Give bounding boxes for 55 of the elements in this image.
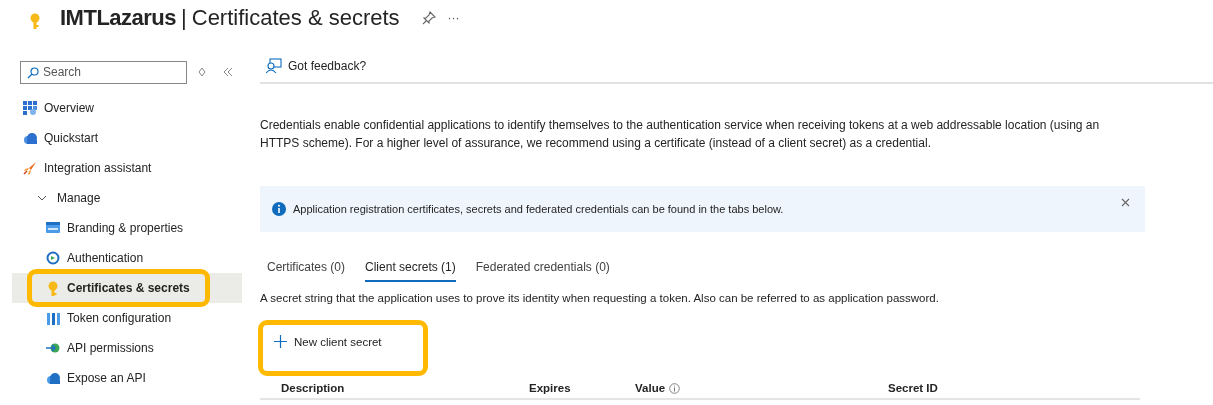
cloud-icon (46, 370, 60, 386)
feedback-icon (266, 58, 282, 74)
nav-item[interactable]: API permissions (12, 333, 242, 363)
nav-label: Certificates & secrets (67, 281, 190, 295)
nav-label: Integration assistant (44, 161, 152, 175)
info-icon (669, 382, 681, 394)
nav-label: Branding & properties (67, 221, 184, 235)
more-button[interactable]: ··· (447, 11, 460, 25)
grid-icon (23, 100, 37, 116)
title-separator: | (181, 5, 187, 31)
collapse-icon[interactable] (223, 67, 233, 77)
nav-item[interactable]: Certificates & secrets (12, 273, 242, 303)
nav-label: Authentication (67, 251, 144, 265)
intro-text: Credentials enable confidential applications to identify themselves to the authentication service when receiving tokens at a web addressable location (using an HTTPS scheme). For a higher level of assurance, we recommend using a certificate (instead of a client secret) as a credential. (260, 117, 1101, 152)
key-icon (46, 280, 60, 296)
nav-label: Manage (57, 191, 101, 205)
cloud-icon (23, 130, 37, 146)
nav-item[interactable]: Integration assistant (12, 153, 242, 183)
column-header[interactable]: Secret ID (888, 376, 938, 398)
nav-label: Token configuration (67, 311, 172, 325)
bars-icon (46, 310, 60, 326)
page-title: Certificates & secrets (191, 5, 400, 31)
info-icon (272, 202, 286, 216)
nav-label: Overview (44, 101, 94, 115)
nav-label: API permissions (67, 341, 154, 355)
ring-icon (46, 250, 60, 266)
tab-description: A secret string that the application uses to prove its identity when requesting a token. Also can be referred to as application password. (260, 292, 940, 304)
nav-item[interactable]: Branding & properties (12, 213, 242, 243)
nav-item[interactable]: Quickstart (12, 123, 242, 153)
nav-label: Quickstart (44, 131, 98, 145)
pin-icon[interactable] (421, 11, 436, 25)
key-icon (28, 12, 42, 30)
plus-icon (274, 335, 287, 348)
column-header[interactable]: Expires (529, 376, 635, 398)
close-icon[interactable] (1121, 197, 1130, 207)
search-icon (27, 66, 39, 79)
chevron-icon (37, 195, 47, 201)
nav-item[interactable]: Overview (12, 93, 242, 123)
sort-icon[interactable] (198, 67, 206, 77)
nav-item[interactable]: Token configuration (12, 303, 242, 333)
column-header[interactable]: Value (635, 376, 888, 398)
column-header[interactable]: Description (260, 376, 529, 398)
app-name: IMTLazarus (60, 5, 177, 31)
nav-label: Expose an API (67, 371, 146, 385)
search-field[interactable]: Search (20, 60, 187, 84)
tab[interactable]: Certificates (0) (267, 258, 346, 282)
tab[interactable]: Federated credentials (0) (475, 258, 610, 282)
nav-item[interactable]: Expose an API (12, 363, 242, 393)
feedback-button[interactable]: Got feedback? (266, 58, 367, 74)
nav-item[interactable]: Authentication (12, 243, 242, 273)
card-icon (46, 220, 60, 236)
info-text: Application registration certificates, secrets and federated credentials can be found in the tabs below. (293, 203, 785, 215)
tab[interactable]: Client secrets (1) (365, 258, 456, 282)
nav-group[interactable]: Manage (12, 183, 242, 213)
rocket-icon (23, 160, 37, 176)
